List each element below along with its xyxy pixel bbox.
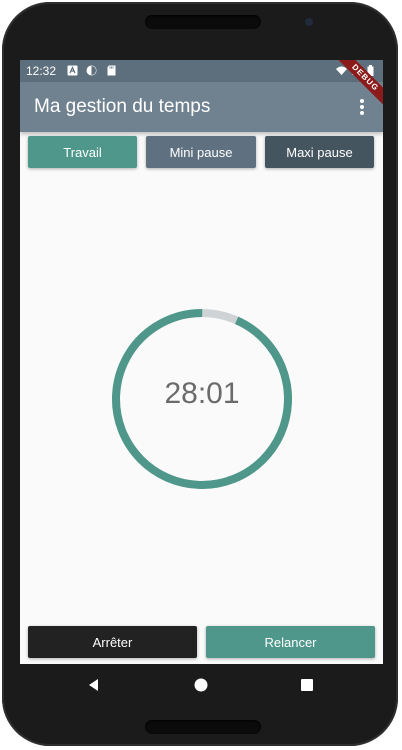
status-time: 12:32	[26, 64, 57, 78]
recents-icon[interactable]	[299, 677, 315, 693]
app-title: Ma gestion du temps	[34, 96, 211, 117]
app-screen: 12:32 Ma gestion du temps DEBUG Travail …	[20, 60, 383, 664]
home-icon[interactable]	[193, 677, 209, 693]
long-break-button[interactable]: Maxi pause	[265, 136, 374, 168]
stop-button[interactable]: Arrêter	[28, 626, 197, 658]
back-icon[interactable]	[86, 677, 102, 693]
more-vert-icon	[360, 99, 364, 115]
front-camera	[305, 18, 313, 26]
bottom-speaker	[145, 720, 261, 734]
status-bar: 12:32	[20, 60, 383, 82]
overflow-menu-button[interactable]	[352, 94, 372, 120]
sd-card-icon	[107, 65, 116, 76]
sync-notification-icon	[86, 65, 97, 76]
timer-display: 28:01	[164, 377, 240, 410]
short-break-button[interactable]: Mini pause	[146, 136, 256, 168]
accessibility-notification-icon	[67, 65, 78, 76]
work-mode-button[interactable]: Travail	[28, 136, 137, 168]
top-speaker	[145, 15, 261, 29]
system-navigation-bar	[20, 664, 383, 706]
countdown-timer: 28:01	[106, 303, 298, 495]
restart-button[interactable]: Relancer	[206, 626, 375, 658]
phone-frame: 12:32 Ma gestion du temps DEBUG Travail …	[2, 2, 398, 746]
app-bar: Ma gestion du temps	[20, 82, 383, 132]
